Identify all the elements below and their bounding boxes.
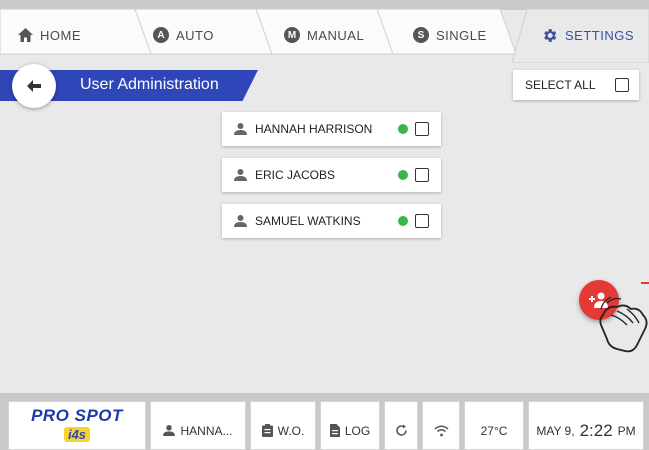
tab-bar: HOME A AUTO M MANUAL S SINGLE SETTINGS [0,7,649,63]
home-icon [18,28,33,42]
user-name: SAMUEL WATKINS [255,214,361,228]
tab-home[interactable]: HOME [18,21,81,49]
tab-label: AUTO [176,27,214,43]
select-all-checkbox[interactable] [615,78,629,92]
log-label: LOG [344,423,371,438]
log-button[interactable]: LOG [320,401,380,450]
wifi-icon [434,425,448,436]
user-row-eric-jacobs[interactable]: ERIC JACOBS [222,158,441,192]
time-value: 2:22 [579,420,613,440]
person-icon [234,169,247,181]
temperature-display: 27°C [464,401,524,450]
current-user-label: HANNA... [180,423,233,438]
work-order-button[interactable]: W.O. [250,401,316,450]
back-button[interactable] [12,64,56,108]
user-checkbox[interactable] [415,122,429,136]
user-name: ERIC JACOBS [255,168,336,182]
person-icon [163,425,176,436]
single-mode-icon: S [413,27,429,43]
ampm-value: PM [617,423,636,438]
tab-label: HOME [40,27,81,43]
current-user-button[interactable]: HANNA... [150,401,246,450]
tab-single[interactable]: S SINGLE [413,21,487,49]
tap-hand-icon [599,296,648,353]
status-bar: PRO SPOT i4s HANNA... W.O. LOG 27°C MAY … [8,401,644,450]
tab-settings[interactable]: SETTINGS [541,21,634,49]
user-list: HANNAH HARRISON ERIC JACOBS SAMUEL WATKI… [222,112,441,250]
tab-manual[interactable]: M MANUAL [284,21,364,49]
tab-label: SETTINGS [565,27,635,43]
wifi-button[interactable] [422,401,460,450]
select-all-label: SELECT ALL [525,78,596,92]
manual-mode-icon: M [284,27,300,43]
history-icon [395,424,407,436]
user-checkbox[interactable] [415,214,429,228]
online-status-dot [398,216,408,226]
person-icon [234,123,247,135]
date-value: MAY 9, [536,423,575,438]
user-row-samuel-watkins[interactable]: SAMUEL WATKINS [222,204,441,238]
page-title: User Administration [80,76,219,93]
tab-label: SINGLE [436,27,487,43]
user-name: HANNAH HARRISON [255,122,373,136]
offscreen-marker [641,282,649,284]
select-all-button[interactable]: SELECT ALL [513,70,639,100]
document-icon [329,424,340,437]
logo-brand: PRO SPOT [31,406,123,425]
clipboard-icon [261,424,273,437]
arrow-left-icon [27,80,41,92]
tab-auto[interactable]: A AUTO [153,21,214,49]
brand-logo: PRO SPOT i4s [8,401,146,450]
user-row-hannah-harrison[interactable]: HANNAH HARRISON [222,112,441,146]
online-status-dot [398,170,408,180]
user-checkbox[interactable] [415,168,429,182]
logo-sub: i4s [63,427,91,442]
person-icon [234,215,247,227]
temperature-value: 27°C [480,423,508,438]
auto-mode-icon: A [153,27,169,43]
history-button[interactable] [384,401,418,450]
datetime-display: MAY 9, 2:22 PM [528,401,644,450]
tab-label: MANUAL [307,27,365,43]
online-status-dot [398,124,408,134]
gear-icon [544,28,557,42]
work-order-label: W.O. [277,423,305,438]
